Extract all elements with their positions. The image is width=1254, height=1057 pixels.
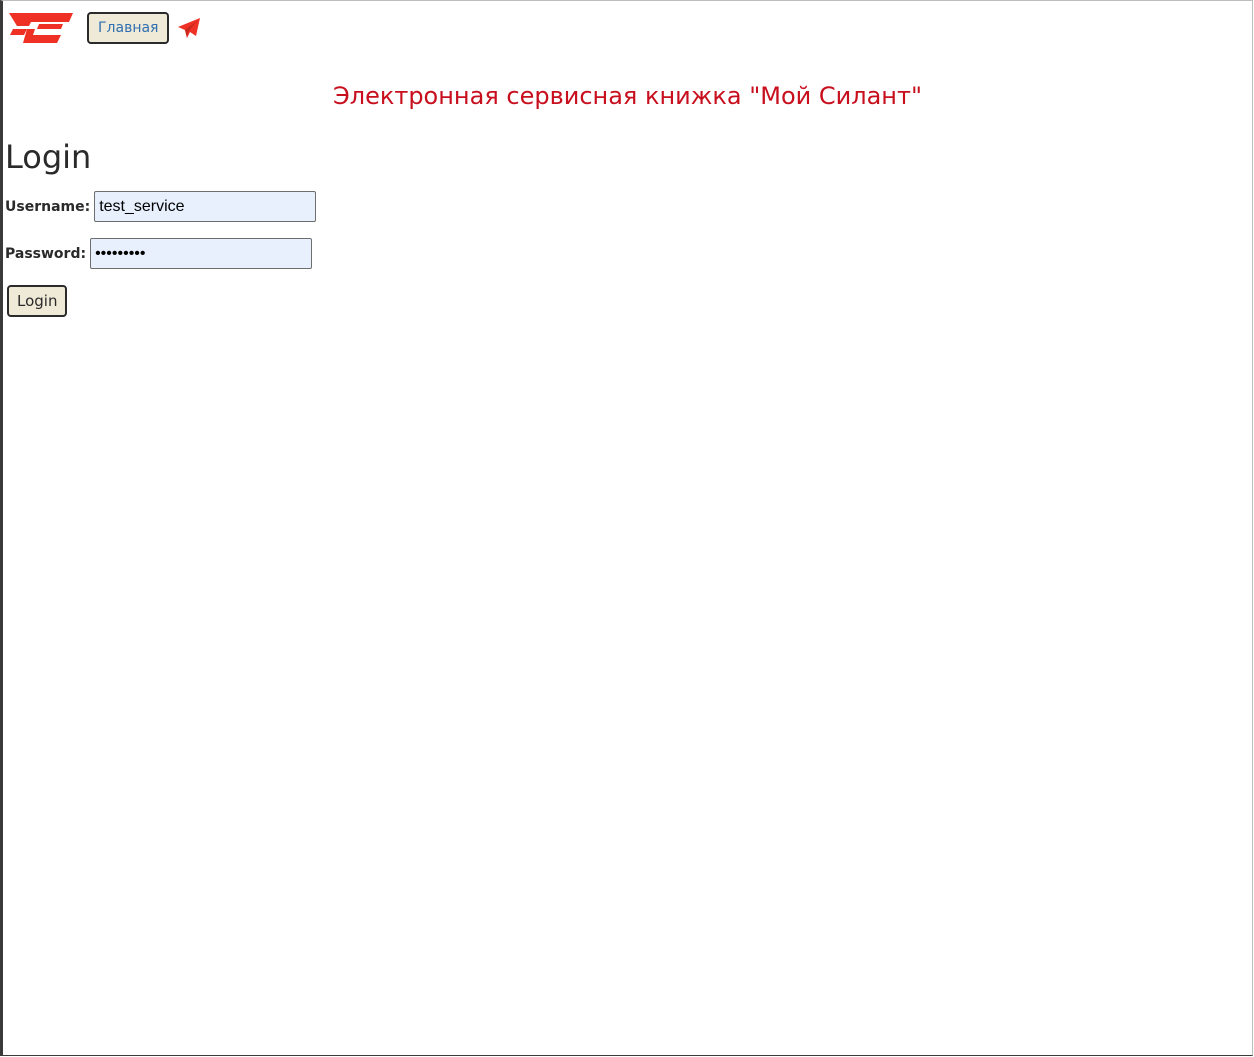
username-label: Username: — [5, 198, 91, 215]
telegram-icon[interactable] — [177, 17, 201, 39]
site-title: Электронная сервисная книжка "Мой Силант… — [332, 82, 923, 110]
login-heading: Login — [5, 138, 92, 176]
password-input[interactable] — [90, 238, 313, 269]
silant-logo-icon[interactable] — [9, 11, 75, 45]
password-row: Password: — [5, 238, 313, 269]
home-button[interactable]: Главная — [87, 12, 170, 44]
username-row: Username: — [5, 191, 317, 222]
page: Главная Электронная сервисная книжка "Мо… — [0, 0, 1253, 1056]
login-button[interactable]: Login — [7, 285, 68, 317]
username-input[interactable] — [94, 191, 317, 222]
top-navigation: Главная — [9, 10, 201, 46]
password-label: Password: — [5, 245, 87, 262]
